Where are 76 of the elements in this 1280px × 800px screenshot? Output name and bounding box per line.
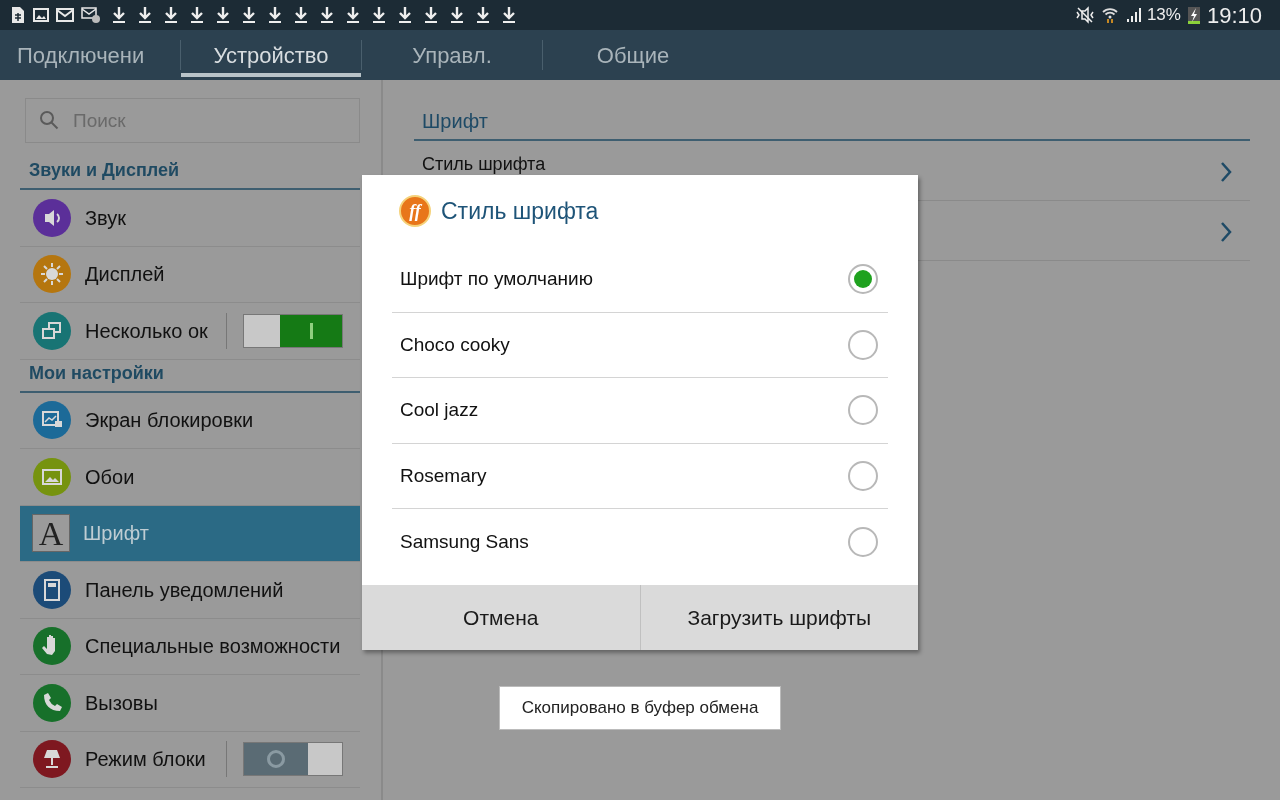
download-icon: [345, 6, 361, 24]
sidebar-item[interactable]: Несколько ок: [20, 303, 360, 360]
font-option-label: Rosemary: [400, 463, 487, 488]
tab[interactable]: Подключени: [0, 30, 180, 80]
font-option[interactable]: Шрифт по умолчанию: [392, 247, 888, 313]
battery-charging-icon: [1186, 5, 1201, 25]
download-icon: [241, 6, 257, 24]
font-option-label: Choco cooky: [400, 332, 510, 357]
sidebar-item-label: Экран блокировки: [85, 408, 254, 434]
sidebar-item-label: Панель уведомлений: [85, 577, 284, 603]
image-icon: [33, 7, 49, 23]
sidebar-item-label: Дисплей: [85, 262, 165, 288]
sidebar-item-label: Режим блоки: [85, 747, 206, 773]
tab[interactable]: Управл.: [362, 30, 542, 80]
font-option[interactable]: Cool jazz: [392, 378, 888, 444]
search-icon: [39, 110, 59, 130]
font-option-label: Шрифт по умолчанию: [400, 267, 593, 291]
font-option[interactable]: Choco cooky: [392, 312, 888, 378]
settings-row-label: Стиль шрифта: [422, 153, 546, 176]
radio-button[interactable]: [848, 395, 878, 426]
sidebar-item-label: Несколько ок: [85, 318, 208, 344]
sidebar-item[interactable]: Вызовы: [20, 675, 360, 732]
download-icon: [371, 6, 387, 24]
sidebar-item-label: Звук: [85, 205, 126, 231]
toast-message: Скопировано в буфер обмена: [499, 686, 781, 730]
clock-time: 19:10: [1206, 1, 1262, 30]
chevron-right-icon: [1220, 161, 1232, 183]
font-app-icon: ff: [399, 195, 431, 227]
sidebar-item[interactable]: Режим блоки: [20, 731, 360, 788]
download-icon: [163, 6, 179, 24]
font-option-label: Samsung Sans: [400, 529, 529, 554]
sidebar-item[interactable]: Обои: [20, 449, 360, 506]
download-icon: [215, 6, 231, 24]
download-icon: [293, 6, 309, 24]
radio-button[interactable]: [848, 460, 878, 491]
download-icon: [501, 6, 517, 24]
section-header: Звуки и Дисплей: [20, 157, 360, 190]
sidebar-item[interactable]: Звук: [20, 190, 360, 247]
font-option-label: Cool jazz: [400, 398, 479, 422]
letter-tile-icon: A: [32, 514, 70, 553]
sim-card-icon: [10, 6, 26, 24]
radio-button[interactable]: [848, 526, 878, 557]
tab[interactable]: Общие: [543, 30, 723, 80]
download-icon: [137, 6, 153, 24]
mute-icon: [1074, 6, 1095, 24]
toggle-switch[interactable]: [243, 742, 343, 777]
sidebar-item[interactable]: A Шрифт: [20, 505, 360, 562]
sidebar-item-label: Специальные возможности: [85, 634, 341, 660]
tab[interactable]: Устройство: [181, 30, 361, 80]
sidebar-item-label: Шрифт: [83, 521, 149, 547]
sidebar-item[interactable]: Панель уведомлений: [20, 562, 360, 619]
mail-icon: [56, 7, 74, 23]
sidebar-item[interactable]: Специальные возможности: [20, 618, 360, 675]
sidebar-item[interactable]: Дисплей: [20, 246, 360, 303]
download-icon: [423, 6, 439, 24]
download-icon: [397, 6, 413, 24]
download-icon: [475, 6, 491, 24]
download-icon: [267, 6, 283, 24]
section-header: Шрифт: [414, 106, 1250, 141]
sidebar-item-label: Вызовы: [85, 690, 158, 716]
sidebar-item[interactable]: Экран блокировки: [20, 392, 360, 449]
mail-gear-icon: [81, 6, 101, 24]
wifi-icon: [1100, 6, 1119, 24]
section-header: Мои настройки: [20, 359, 360, 393]
font-option[interactable]: Rosemary: [392, 443, 888, 509]
radio-button[interactable]: [848, 329, 878, 360]
radio-button[interactable]: [848, 264, 878, 295]
chevron-right-icon: [1220, 221, 1232, 243]
battery-percent: 13%: [1146, 4, 1181, 27]
download-icon: [319, 6, 335, 24]
download-icon: [449, 6, 465, 24]
download-icon: [111, 6, 127, 24]
download-icon: [189, 6, 205, 24]
font-option[interactable]: Samsung Sans: [392, 509, 888, 575]
sidebar-item-label: Обои: [85, 464, 135, 490]
toggle-switch[interactable]: [243, 313, 343, 348]
